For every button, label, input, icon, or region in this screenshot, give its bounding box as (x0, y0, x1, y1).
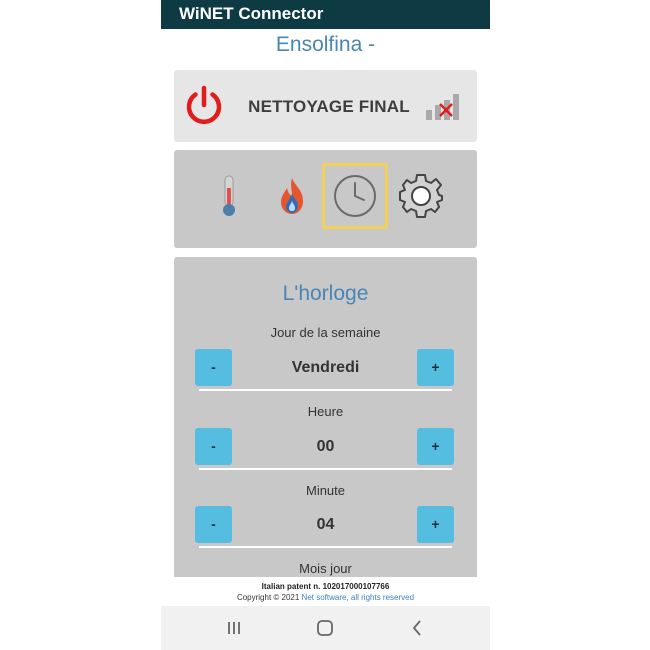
weekday-decrement-button[interactable]: - (195, 349, 232, 386)
phone-screen: WiNET Connector Ensolfina - NETTOYAGE FI… (161, 0, 490, 650)
hour-increment-button[interactable]: + (417, 428, 454, 465)
hour-value: 00 (316, 438, 335, 455)
patent-text: Italian patent n. 102017000107766 (261, 582, 390, 591)
device-name: Ensolfina - (275, 33, 376, 56)
month-day-label: Mois jour (299, 561, 352, 576)
tab-settings[interactable] (388, 163, 454, 229)
minute-increment-button[interactable]: + (417, 506, 454, 543)
copyright-prefix: Copyright © 2021 (236, 593, 302, 602)
footer: Italian patent n. 102017000107766 Copyri… (161, 577, 490, 606)
home-icon (317, 620, 333, 636)
weekday-increment-button[interactable]: + (417, 349, 454, 386)
clock-icon (334, 175, 376, 217)
status-card: NETTOYAGE FINAL (174, 70, 477, 142)
back-button[interactable] (402, 614, 432, 642)
minute-value: 04 (316, 516, 335, 533)
divider (199, 468, 452, 470)
tab-flame[interactable] (259, 163, 325, 229)
minute-decrement-button[interactable]: - (195, 506, 232, 543)
tab-clock[interactable] (322, 163, 388, 229)
hour-label: Heure (307, 404, 344, 419)
section-title: L'horloge (282, 282, 369, 305)
minute-label: Minute (305, 483, 346, 498)
clock-settings-card: L'horloge Jour de la semaine - Vendredi … (174, 257, 477, 587)
power-icon (186, 85, 222, 125)
copyright-text: Copyright © 2021 Net software, all right… (161, 593, 490, 602)
divider (199, 546, 452, 548)
thermometer-icon (223, 175, 235, 216)
app-bar: WiNET Connector (161, 0, 490, 29)
tab-temperature[interactable] (196, 163, 262, 229)
copyright-link[interactable]: Net software, all rights reserved (302, 593, 415, 602)
recent-apps-button[interactable] (219, 614, 249, 642)
status-text: NETTOYAGE FINAL (248, 97, 410, 116)
back-icon (413, 620, 421, 636)
hour-decrement-button[interactable]: - (195, 428, 232, 465)
system-nav-bar (161, 606, 490, 650)
home-button[interactable] (310, 614, 340, 642)
power-button[interactable] (182, 84, 226, 128)
app-title: WiNET Connector (179, 4, 324, 23)
gear-icon (399, 174, 443, 218)
no-signal-icon (426, 94, 459, 120)
weekday-label: Jour de la semaine (270, 325, 381, 340)
divider (199, 389, 452, 391)
recent-apps-icon (228, 622, 240, 634)
flame-icon (281, 178, 303, 214)
weekday-value: Vendredi (291, 359, 360, 376)
tab-bar (174, 150, 477, 248)
